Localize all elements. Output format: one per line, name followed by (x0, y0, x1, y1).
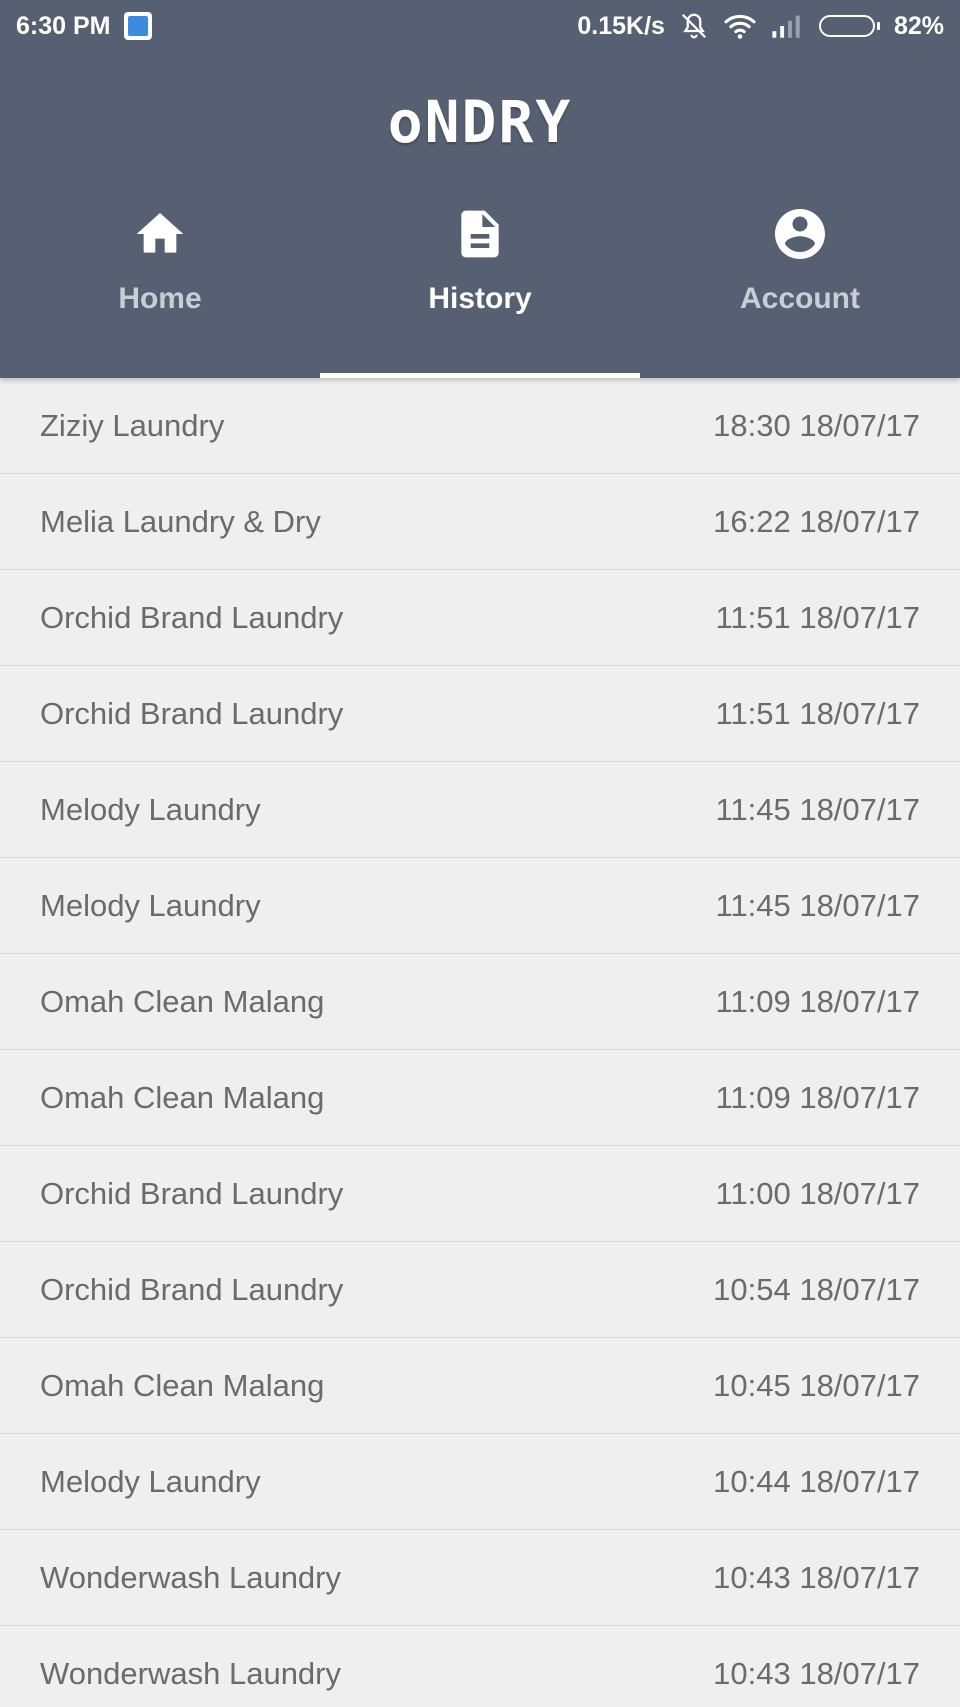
list-item[interactable]: Wonderwash Laundry 10:43 18/07/17 (0, 1530, 960, 1626)
list-item[interactable]: Omah Clean Malang 11:09 18/07/17 (0, 1050, 960, 1146)
order-time: 10:43 18/07/17 (713, 1559, 920, 1595)
tab-history-label: History (428, 282, 532, 315)
list-item[interactable]: Omah Clean Malang 11:09 18/07/17 (0, 954, 960, 1050)
signal-icon (771, 13, 805, 39)
wifi-icon (723, 12, 757, 40)
tab-history[interactable]: History (320, 192, 640, 378)
laundry-name: Melody Laundry (40, 791, 261, 827)
order-time: 18:30 18/07/17 (713, 407, 920, 443)
list-item[interactable]: Orchid Brand Laundry 11:51 18/07/17 (0, 666, 960, 762)
order-time: 16:22 18/07/17 (713, 503, 920, 539)
laundry-name: Wonderwash Laundry (40, 1559, 341, 1595)
laundry-name: Ziziy Laundry (40, 407, 225, 443)
order-time: 11:00 18/07/17 (715, 1175, 920, 1211)
list-item[interactable]: Melody Laundry 10:44 18/07/17 (0, 1434, 960, 1530)
list-item[interactable]: Orchid Brand Laundry 11:51 18/07/17 (0, 570, 960, 666)
laundry-name: Orchid Brand Laundry (40, 599, 344, 635)
top-bar: 6:30 PM 0.15K/s 82% oNDRY Home History A… (0, 0, 960, 378)
list-item[interactable]: Melody Laundry 11:45 18/07/17 (0, 858, 960, 954)
laundry-name: Omah Clean Malang (40, 1079, 325, 1115)
order-time: 11:09 18/07/17 (715, 983, 920, 1019)
tab-home-label: Home (118, 282, 202, 315)
logo-text: oNDRY (387, 88, 573, 156)
order-time: 10:54 18/07/17 (713, 1271, 920, 1307)
order-time: 11:09 18/07/17 (715, 1079, 920, 1115)
app-root: 6:30 PM 0.15K/s 82% oNDRY Home History A… (0, 0, 960, 1707)
active-tab-indicator (320, 373, 640, 378)
order-time: 10:44 18/07/17 (713, 1463, 920, 1499)
tab-bar: Home History Account (0, 192, 960, 378)
laundry-name: Melody Laundry (40, 1463, 261, 1499)
laundry-name: Orchid Brand Laundry (40, 1271, 344, 1307)
list-item[interactable]: Orchid Brand Laundry 11:00 18/07/17 (0, 1146, 960, 1242)
tab-account-label: Account (740, 282, 860, 315)
tab-account[interactable]: Account (640, 192, 960, 378)
status-bar: 6:30 PM 0.15K/s 82% (0, 0, 960, 52)
order-time: 11:45 18/07/17 (715, 791, 920, 827)
laundry-name: Orchid Brand Laundry (40, 1175, 344, 1211)
laundry-name: Melody Laundry (40, 887, 261, 923)
order-time: 11:51 18/07/17 (715, 599, 920, 635)
app-notification-icon (124, 12, 153, 40)
battery-icon (818, 15, 880, 37)
status-left: 6:30 PM (16, 11, 153, 41)
order-time: 10:43 18/07/17 (713, 1655, 920, 1691)
status-right: 0.15K/s 82% (577, 11, 944, 41)
list-item[interactable]: Melia Laundry & Dry 16:22 18/07/17 (0, 474, 960, 570)
list-item[interactable]: Orchid Brand Laundry 10:54 18/07/17 (0, 1242, 960, 1338)
order-time: 11:45 18/07/17 (715, 887, 920, 923)
home-icon (132, 204, 188, 264)
history-list: Ziziy Laundry 18:30 18/07/17 Melia Laund… (0, 378, 960, 1707)
laundry-name: Melia Laundry & Dry (40, 503, 321, 539)
list-item[interactable]: Wonderwash Laundry 10:43 18/07/17 (0, 1626, 960, 1707)
laundry-name: Wonderwash Laundry (40, 1655, 341, 1691)
order-time: 10:45 18/07/17 (713, 1367, 920, 1403)
app-logo: oNDRY (0, 52, 960, 192)
order-time: 11:51 18/07/17 (715, 695, 920, 731)
account-circle-icon (770, 204, 830, 264)
tab-home[interactable]: Home (0, 192, 320, 378)
laundry-name: Orchid Brand Laundry (40, 695, 344, 731)
list-item[interactable]: Ziziy Laundry 18:30 18/07/17 (0, 378, 960, 474)
network-speed: 0.15K/s (577, 11, 665, 40)
battery-percent: 82% (893, 11, 944, 40)
status-time: 6:30 PM (16, 11, 111, 40)
laundry-name: Omah Clean Malang (40, 1367, 325, 1403)
list-item[interactable]: Omah Clean Malang 10:45 18/07/17 (0, 1338, 960, 1434)
list-item[interactable]: Melody Laundry 11:45 18/07/17 (0, 762, 960, 858)
laundry-name: Omah Clean Malang (40, 983, 325, 1019)
document-icon (452, 204, 508, 264)
mute-icon (679, 11, 709, 41)
